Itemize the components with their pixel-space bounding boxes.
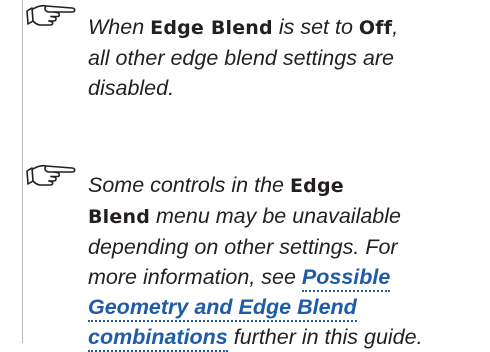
text-fragment: further in this guide. xyxy=(227,325,423,349)
text-fragment: , xyxy=(392,15,399,39)
menu-term-blend: Blend xyxy=(88,206,151,228)
pointing-hand-icon xyxy=(26,4,76,26)
note-line: depending on other settings. For xyxy=(88,235,398,259)
note-edge-blend-off: When Edge Blend is set to Off, all other… xyxy=(22,2,462,103)
text-fragment: more information, see xyxy=(88,265,302,289)
note-line: more information, see Possible xyxy=(88,262,468,292)
menu-term-off: Off xyxy=(358,17,393,39)
note-line: Blend menu may be unavailable xyxy=(88,201,468,232)
note-unavailable-controls: Some controls in the Edge Blend menu may… xyxy=(22,162,462,352)
note-line: Some controls in the Edge xyxy=(88,170,468,201)
note-text: When Edge Blend is set to Off, all other… xyxy=(88,2,468,103)
note-text: Some controls in the Edge Blend menu may… xyxy=(88,162,468,352)
note-line: Geometry and Edge Blend xyxy=(88,292,468,322)
text-fragment: When xyxy=(88,15,151,39)
note-line: all other edge blend settings are xyxy=(88,46,394,70)
note-line: When Edge Blend is set to Off, xyxy=(88,12,468,43)
menu-term-edge-blend: Edge Blend xyxy=(150,17,273,39)
note-line: combinations further in this guide. xyxy=(88,322,468,352)
text-fragment: Some controls in the xyxy=(88,173,290,197)
link-possible-geometry[interactable]: combinations xyxy=(88,325,228,352)
text-fragment: is set to xyxy=(272,15,359,39)
note-line: disabled. xyxy=(88,76,175,100)
menu-term-edge: Edge xyxy=(289,175,344,197)
link-possible-geometry[interactable]: Possible xyxy=(301,265,391,292)
pointing-hand-icon xyxy=(26,164,76,186)
link-possible-geometry[interactable]: Geometry and Edge Blend xyxy=(88,295,357,322)
text-fragment: menu may be unavailable xyxy=(150,204,402,228)
